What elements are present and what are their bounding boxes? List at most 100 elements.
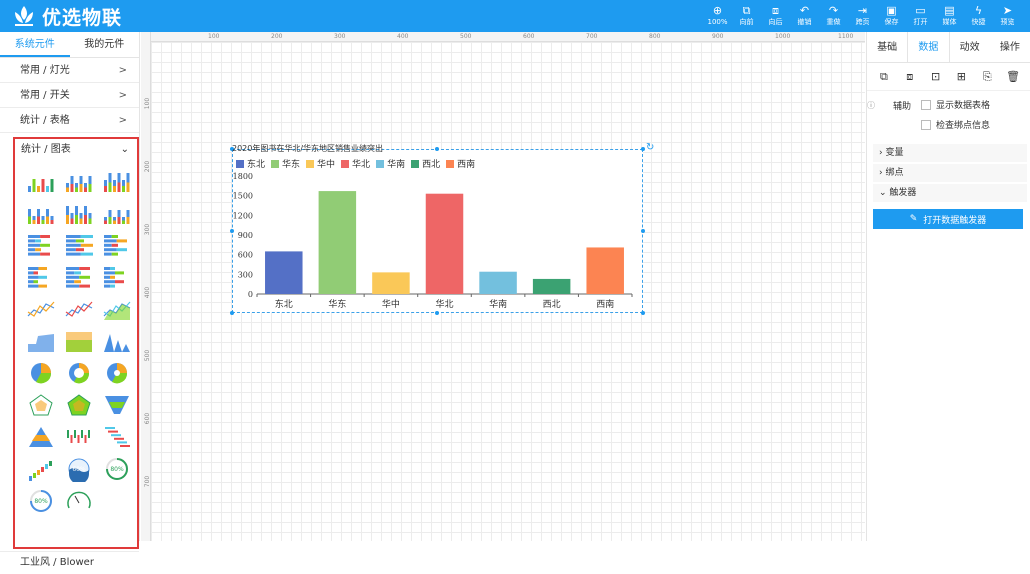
category-table[interactable]: 统计 / 表格 > xyxy=(0,108,139,133)
legend-item[interactable]: 华中 xyxy=(306,157,335,170)
y-tick-label: 1800 xyxy=(233,172,253,181)
funnel-chart-icon[interactable] xyxy=(99,389,135,421)
donut-chart-icon[interactable] xyxy=(61,357,97,389)
ruler-h-tick: 800 xyxy=(649,33,661,40)
tab-system-components[interactable]: 系统元件 xyxy=(0,32,70,57)
legend-label: 华北 xyxy=(352,160,371,170)
redo-button[interactable]: ↷ 重做 xyxy=(819,2,848,30)
multi-bar-icon[interactable] xyxy=(99,165,135,197)
step-area-icon[interactable] xyxy=(23,325,59,357)
multi-line-icon[interactable] xyxy=(61,293,97,325)
section-binding-label: 绑点 xyxy=(885,168,904,178)
property-tabs: 基础 数据 动效 操作 xyxy=(867,32,1030,63)
save-label: 保存 xyxy=(884,18,899,26)
y-tick-label: 0 xyxy=(248,290,253,299)
category-chart-label: 统计 / 图表 xyxy=(21,144,71,155)
legend-label: 东北 xyxy=(247,160,266,170)
hbar-chart-icon[interactable] xyxy=(23,229,59,261)
open-data-trigger-button[interactable]: ✎ 打开数据触发器 xyxy=(873,209,1023,229)
select-frame-icon[interactable]: ⊡ xyxy=(927,70,945,83)
show-data-table-checkbox[interactable] xyxy=(921,99,931,110)
bar[interactable] xyxy=(479,271,517,294)
bar[interactable] xyxy=(265,251,303,294)
preview-button[interactable]: ➤ 预览 xyxy=(993,2,1022,30)
cross-page-button[interactable]: ⇥ 跨页 xyxy=(848,2,877,30)
align-grid-icon[interactable]: ⊞ xyxy=(952,70,970,83)
send-backward-button[interactable]: ⧈ 向后 xyxy=(761,2,790,30)
bar[interactable] xyxy=(425,193,464,294)
legend-item[interactable]: 华东 xyxy=(271,157,300,170)
check-binding-checkbox[interactable] xyxy=(921,119,931,130)
percent-bar-icon[interactable] xyxy=(99,197,135,229)
legend-item[interactable]: 东北 xyxy=(236,157,265,170)
category-switch[interactable]: 常用 / 开关 > xyxy=(0,83,139,108)
hbar-stacked-icon[interactable] xyxy=(23,261,59,293)
tab-basic[interactable]: 基础 xyxy=(867,32,907,62)
resize-handle-tr[interactable] xyxy=(641,147,645,151)
rotate-icon[interactable]: ↻ xyxy=(646,142,654,153)
undo-button[interactable]: ↶ 撤销 xyxy=(790,2,819,30)
gantt-icon[interactable] xyxy=(99,421,135,453)
liquid-gauge-icon[interactable]: 60% xyxy=(61,453,97,485)
hbar-multi-icon[interactable] xyxy=(99,229,135,261)
ring-progress-icon[interactable]: 80% xyxy=(23,485,59,517)
triangle-area-icon[interactable] xyxy=(99,325,135,357)
dial-gauge-icon[interactable] xyxy=(61,485,97,517)
bring-forward-icon: ⧉ xyxy=(742,4,751,17)
tab-my-components[interactable]: 我的元件 xyxy=(70,32,140,57)
candlestick-icon[interactable] xyxy=(61,421,97,453)
bar[interactable] xyxy=(586,247,624,294)
tab-animation[interactable]: 动效 xyxy=(950,32,990,62)
bring-forward-button[interactable]: ⧉ 向前 xyxy=(732,2,761,30)
pie-chart-icon[interactable] xyxy=(23,357,59,389)
waterfall-icon[interactable] xyxy=(23,453,59,485)
tab-data[interactable]: 数据 xyxy=(907,32,950,62)
bar[interactable] xyxy=(372,272,410,294)
radar-filled-icon[interactable] xyxy=(61,389,97,421)
category-industrial[interactable]: 工业风 / Blower xyxy=(0,551,139,573)
hbar-stacked-2-icon[interactable] xyxy=(61,261,97,293)
open-button[interactable]: ▭ 打开 xyxy=(906,2,935,30)
send-to-back-icon[interactable]: ⧈ xyxy=(901,70,919,84)
section-trigger-label: 触发器 xyxy=(889,188,917,198)
redo-label: 重做 xyxy=(826,18,841,26)
section-trigger[interactable]: ⌄ 触发器 xyxy=(873,184,1027,202)
stacked-area-icon[interactable] xyxy=(61,325,97,357)
show-data-table-option[interactable]: 显示数据表格 xyxy=(921,98,990,111)
y-tick-label: 900 xyxy=(238,231,253,240)
save-button[interactable]: ▣ 保存 xyxy=(877,2,906,30)
legend-item[interactable]: 西南 xyxy=(446,157,475,170)
hbar-percent-icon[interactable] xyxy=(99,261,135,293)
legend-item[interactable]: 西北 xyxy=(411,157,440,170)
area-line-icon[interactable] xyxy=(99,293,135,325)
copy-icon[interactable]: ⎘ xyxy=(978,70,996,84)
bar[interactable] xyxy=(318,191,357,294)
category-chart-header[interactable]: 统计 / 图表 ⌄ xyxy=(15,139,137,161)
legend-item[interactable]: 华南 xyxy=(376,157,405,170)
bar-chart-icon[interactable] xyxy=(23,165,59,197)
legend-item[interactable]: 华北 xyxy=(341,157,370,170)
vertical-ruler: 100 200 300 400 500 600 700 xyxy=(141,32,151,541)
grouped-bar-icon[interactable] xyxy=(61,165,97,197)
section-binding[interactable]: › 绑点 xyxy=(873,164,1027,182)
radar-chart-icon[interactable] xyxy=(23,389,59,421)
ruler-h-tick: 700 xyxy=(586,33,598,40)
shortcut-button[interactable]: ϟ 快捷 xyxy=(964,2,993,30)
media-button[interactable]: ▤ 媒体 xyxy=(935,2,964,30)
zoom-button[interactable]: ⊕ 100% xyxy=(703,2,732,30)
line-chart-icon[interactable] xyxy=(23,293,59,325)
category-light[interactable]: 常用 / 灯光 > xyxy=(0,58,139,83)
tab-actions[interactable]: 操作 xyxy=(990,32,1030,62)
trash-icon[interactable]: 🗑 xyxy=(1004,70,1022,83)
bring-to-front-icon[interactable]: ⧉ xyxy=(875,70,893,84)
bar[interactable] xyxy=(532,278,571,294)
stacked-bar-icon[interactable] xyxy=(23,197,59,229)
stacked-bar-2-icon[interactable] xyxy=(61,197,97,229)
check-binding-option[interactable]: 检查绑点信息 xyxy=(921,118,990,131)
pyramid-chart-icon[interactable] xyxy=(23,421,59,453)
ring-gauge-icon[interactable]: 80% xyxy=(99,453,135,485)
section-variables[interactable]: › 变量 xyxy=(873,144,1027,162)
hbar-grouped-icon[interactable] xyxy=(61,229,97,261)
resize-handle-top[interactable] xyxy=(435,147,439,151)
rose-chart-icon[interactable] xyxy=(99,357,135,389)
